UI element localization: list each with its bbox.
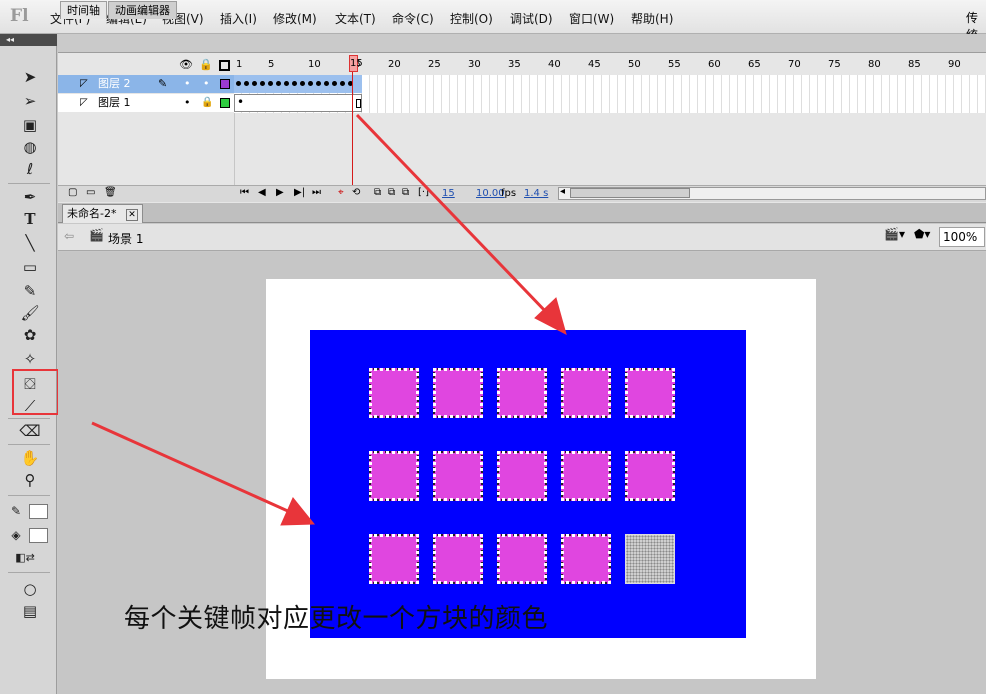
arrow-to-rectangle [91,421,291,514]
annotation-arrows [91,113,567,526]
arrow-to-squares [355,113,550,316]
